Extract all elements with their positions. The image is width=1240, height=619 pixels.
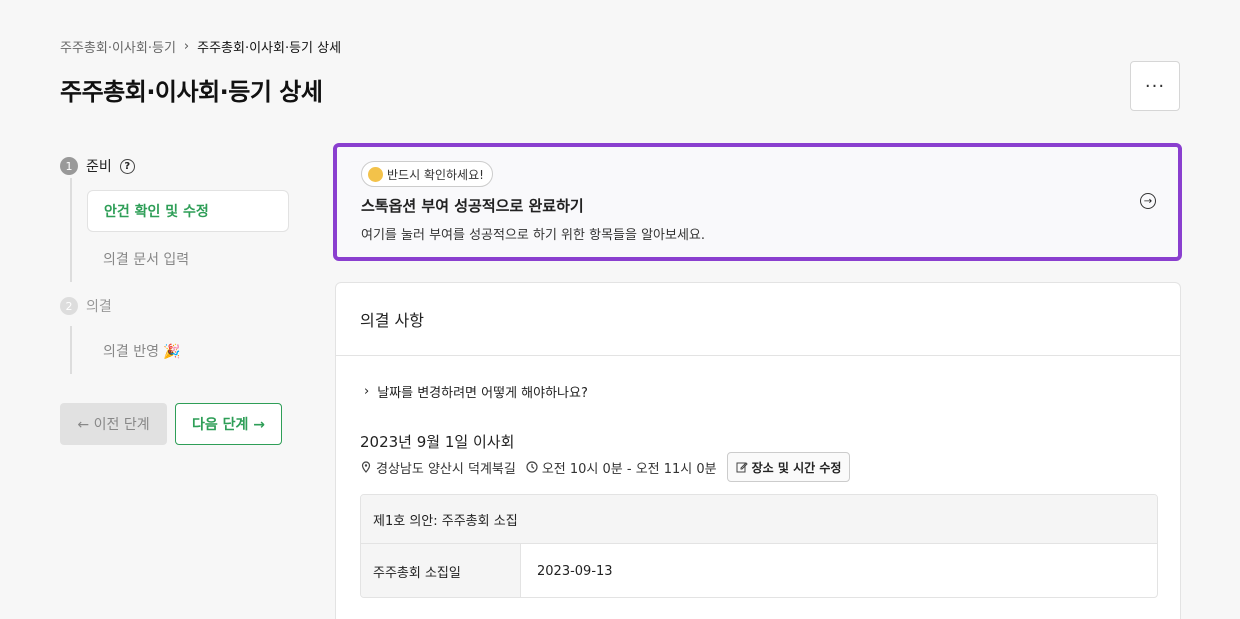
step-number: 1 [60, 157, 78, 175]
faq-label: 날짜를 변경하려면 어떻게 해야하나요? [377, 386, 588, 401]
step-label: 의결 [86, 299, 112, 315]
table-row: 주주총회 소집일 2023-09-13 [361, 544, 1157, 597]
stepper-line [70, 326, 72, 374]
cat-emoji-icon [368, 166, 383, 182]
location-pin-icon [361, 461, 371, 473]
help-icon[interactable]: ? [119, 158, 135, 174]
notice-title: 스톡옵션 부여 성공적으로 완료하기 [361, 197, 584, 215]
faq-toggle[interactable]: › 날짜를 변경하려면 어떻게 해야하나요? [364, 382, 588, 401]
substep-agenda-review[interactable]: 안건 확인 및 수정 [87, 190, 289, 232]
prev-step-button[interactable]: ← 이전 단계 [60, 403, 167, 445]
breadcrumb-current: 주주총회·이사회·등기 상세 [197, 41, 342, 56]
location-info: 경상남도 양산시 덕계북길 [360, 458, 516, 477]
location-text: 경상남도 양산시 덕계북길 [376, 461, 516, 477]
edit-icon [736, 462, 748, 473]
more-icon: ··· [1144, 75, 1166, 97]
agenda-title: 제1호 의안: 주주총회 소집 [361, 495, 1157, 544]
stepper-line [70, 178, 72, 282]
substep-apply-resolution[interactable]: 의결 반영 🎉 [87, 330, 289, 372]
row-value: 2023-09-13 [537, 563, 613, 579]
chevron-right-icon: › [183, 39, 190, 54]
time-text: 오전 10시 0분 - 오전 11시 0분 [541, 461, 717, 477]
arrow-right-circle-icon[interactable]: → [1140, 193, 1156, 209]
edit-label: 장소 및 시간 수정 [751, 460, 842, 475]
meeting-title: 2023년 9월 1일 이사회 [360, 433, 515, 451]
time-info: 오전 10시 0분 - 오전 11시 0분 [526, 458, 717, 477]
resolution-card: 의결 사항 › 날짜를 변경하려면 어떻게 해야하나요? 2023년 9월 1일… [335, 282, 1181, 619]
edit-place-time-button[interactable]: 장소 및 시간 수정 [726, 452, 851, 482]
step-label: 준비 [86, 159, 112, 175]
next-step-button[interactable]: 다음 단계 → [175, 403, 282, 445]
step-number: 2 [60, 297, 78, 315]
page-title: 주주총회·이사회·등기 상세 [60, 78, 323, 106]
agenda-table: 제1호 의안: 주주총회 소집 주주총회 소집일 2023-09-13 [360, 494, 1158, 598]
notice-badge: 반드시 확인하세요! [361, 161, 493, 187]
more-options-button[interactable]: ··· [1130, 61, 1180, 111]
meeting-meta: 경상남도 양산시 덕계북길 오전 10시 0분 - 오전 11시 0분 장소 및… [360, 452, 851, 482]
notice-card[interactable]: 반드시 확인하세요! 스톡옵션 부여 성공적으로 완료하기 여기를 눌러 부여를… [333, 143, 1182, 261]
step-prepare: 1 준비 ? [60, 156, 135, 176]
clock-icon [526, 461, 538, 473]
badge-label: 반드시 확인하세요! [387, 167, 484, 182]
substep-document-input[interactable]: 의결 문서 입력 [87, 238, 289, 280]
row-label: 주주총회 소집일 [361, 544, 521, 597]
chevron-right-icon: › [364, 384, 370, 399]
breadcrumb: 주주총회·이사회·등기 › 주주총회·이사회·등기 상세 [60, 37, 341, 56]
notice-description: 여기를 눌러 부여를 성공적으로 하기 위한 항목들을 알아보세요. [361, 228, 706, 243]
breadcrumb-parent-link[interactable]: 주주총회·이사회·등기 [60, 37, 176, 56]
step-resolve: 2 의결 [60, 296, 112, 316]
card-header: 의결 사항 [336, 283, 1180, 356]
